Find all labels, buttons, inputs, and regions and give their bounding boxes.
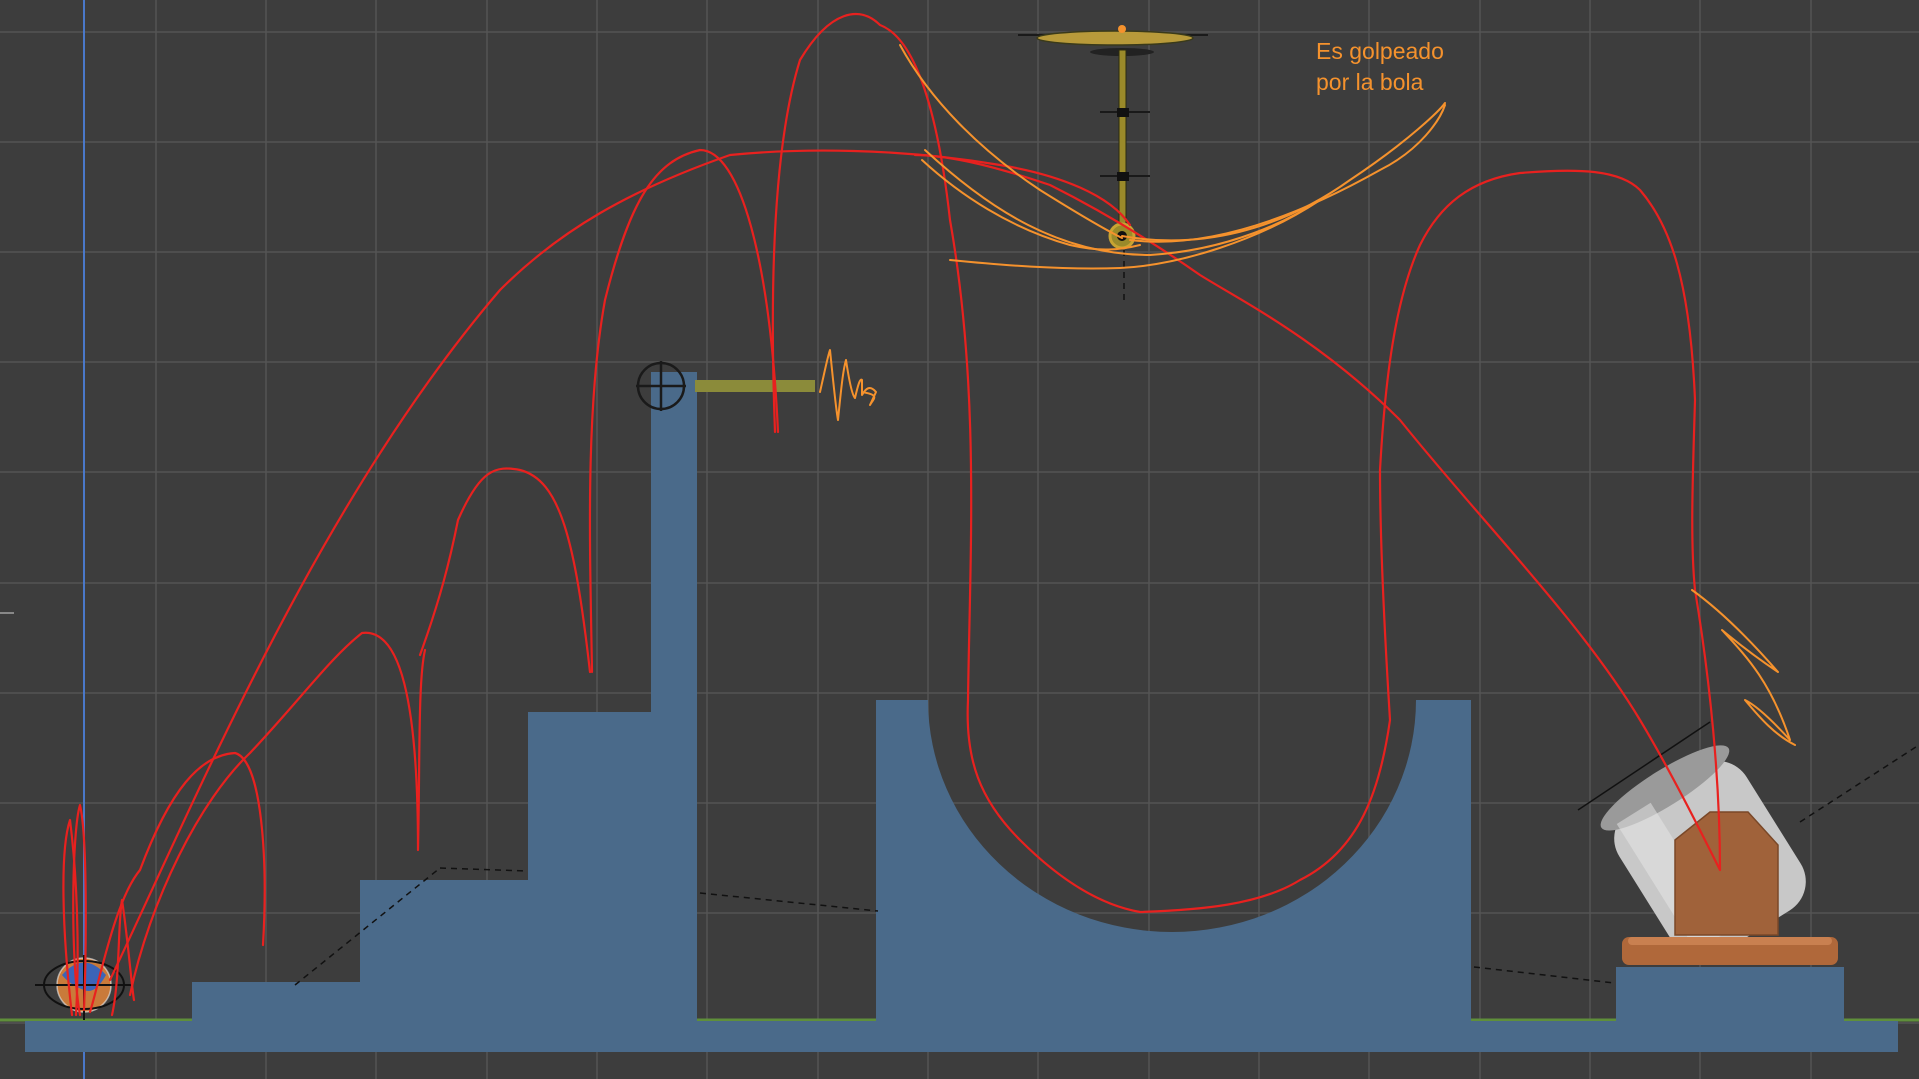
base-platform[interactable]: [25, 1021, 1898, 1052]
cannon-base[interactable]: [1616, 967, 1844, 1022]
annotation-line-2: por la bola: [1316, 69, 1424, 95]
annotation-line-1: Es golpeado: [1316, 38, 1444, 64]
3d-viewport[interactable]: [0, 0, 1919, 1079]
annotation-label: Es golpeado por la bola: [1316, 36, 1444, 98]
